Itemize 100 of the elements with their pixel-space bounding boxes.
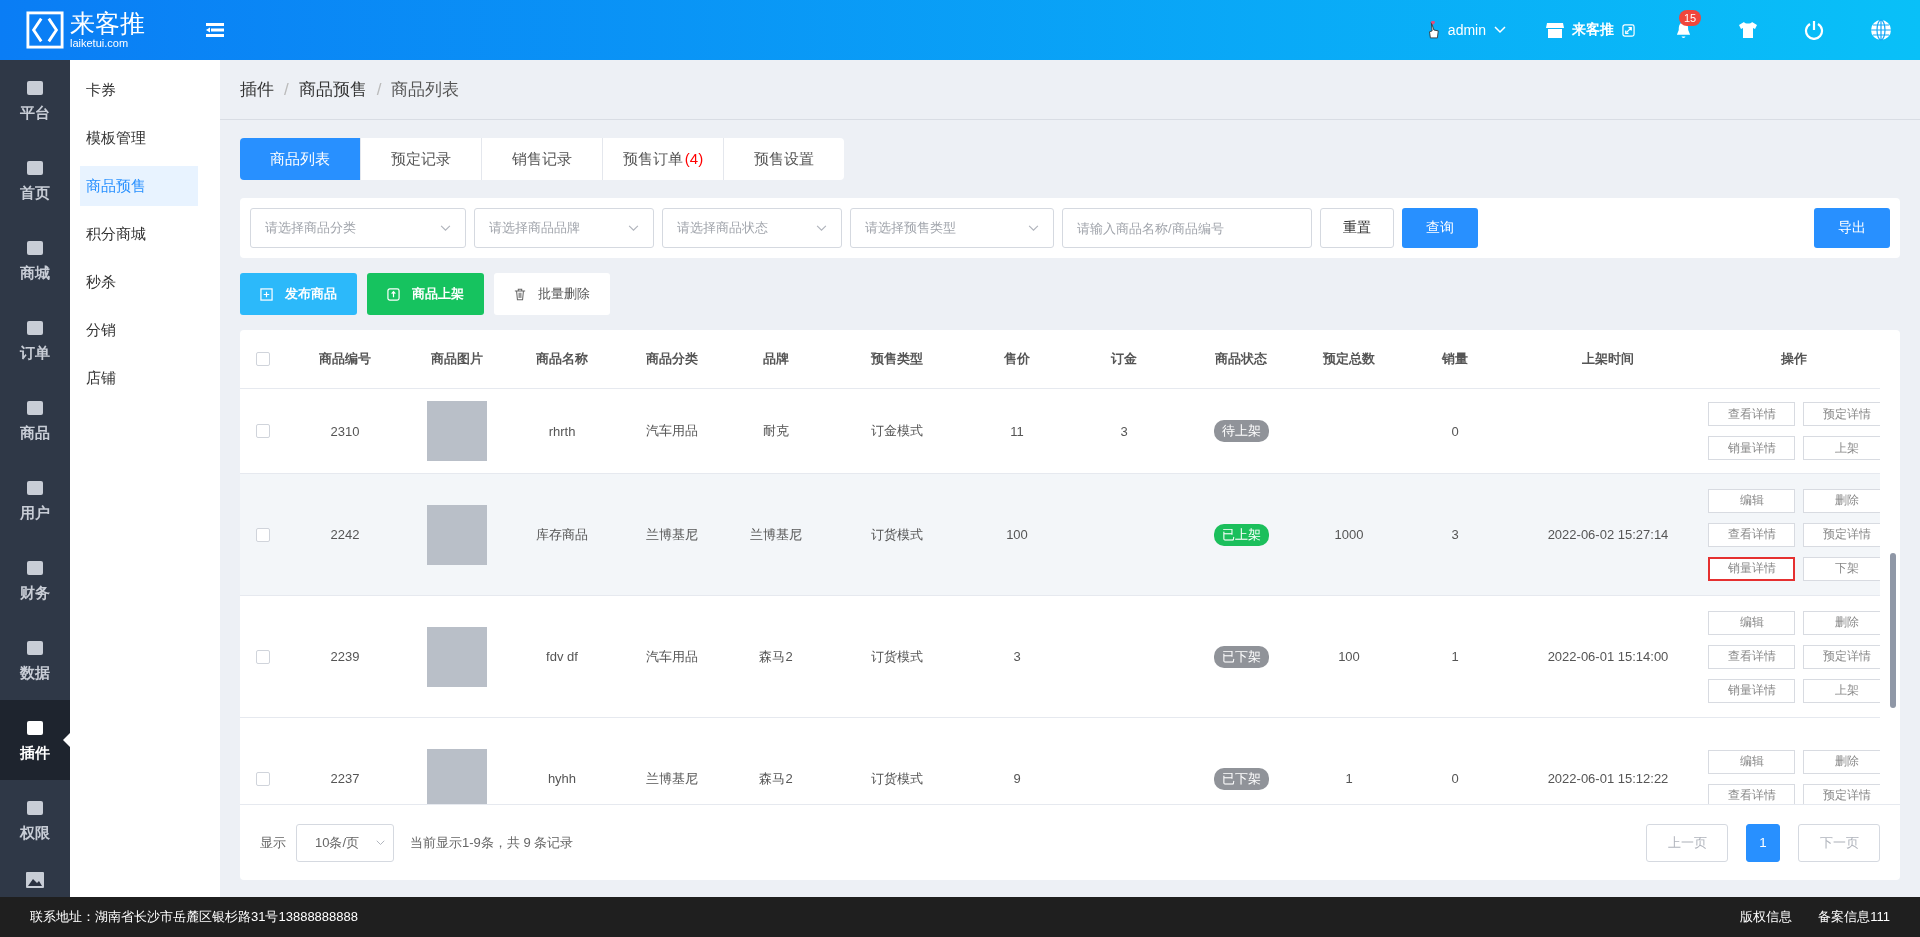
submenu-item[interactable]: 秒杀 [80, 262, 198, 302]
column-header: 销量 [1440, 350, 1469, 368]
shirt-icon[interactable] [1738, 21, 1758, 39]
sidebar-item[interactable]: 权限 [0, 780, 70, 860]
globe-icon[interactable] [1870, 19, 1892, 41]
footer-link[interactable]: 版权信息 [1740, 908, 1793, 926]
row-action-button[interactable]: 查看详情 [1708, 402, 1795, 426]
action-button[interactable]: 发布商品 [240, 273, 357, 315]
row-action-button[interactable]: 删除 [1803, 488, 1880, 513]
user-menu[interactable]: admin [1425, 20, 1506, 40]
page-size-select[interactable]: 10条/页 [296, 823, 394, 862]
row-action-button[interactable]: 编辑 [1708, 488, 1795, 513]
submenu-item[interactable]: 分销 [80, 310, 198, 350]
sidebar-item[interactable]: 首页 [0, 140, 70, 220]
sidebar-item[interactable]: 财务 [0, 540, 70, 620]
table-cell: hyhh [547, 771, 577, 786]
tab[interactable]: 预售订单(4) [602, 138, 723, 180]
table-cell: 11 [1010, 423, 1024, 439]
checkbox[interactable] [256, 527, 270, 542]
checkbox[interactable] [256, 649, 270, 664]
table-cell: 100 [1006, 527, 1028, 542]
select-field[interactable]: 请选择商品品牌 [474, 208, 654, 248]
row-action-button[interactable]: 上架 [1803, 678, 1880, 703]
row-action-button[interactable]: 销量详情 [1708, 678, 1795, 703]
select-field[interactable]: 请选择商品分类 [250, 208, 466, 248]
sidebar-item[interactable]: 商品 [0, 380, 70, 460]
select-field[interactable]: 请选择商品状态 [662, 208, 842, 248]
submenu-item[interactable]: 模板管理 [80, 118, 198, 158]
submenu-item[interactable]: 积分商城 [80, 214, 198, 254]
row-action-button[interactable]: 删除 [1803, 749, 1880, 774]
tab[interactable]: 预定记录 [360, 138, 481, 180]
submenu-item[interactable]: 商品预售 [80, 166, 198, 206]
row-action-button[interactable]: 查看详情 [1708, 644, 1795, 669]
row-action-button[interactable]: 编辑 [1708, 749, 1795, 774]
row-action-button[interactable]: 查看详情 [1708, 522, 1795, 547]
footer-link[interactable]: 备案信息111 [1818, 908, 1890, 926]
select-field[interactable]: 请选择预售类型 [850, 208, 1054, 248]
power-icon[interactable] [1804, 20, 1824, 40]
chevron-down-icon [376, 839, 385, 846]
column-header: 品牌 [762, 350, 790, 368]
action-button[interactable]: 批量删除 [494, 273, 610, 315]
table-cell: 汽车用品 [646, 647, 698, 666]
store-link[interactable]: 来客推 [1546, 21, 1635, 39]
checkbox[interactable] [256, 771, 270, 786]
row-action-button[interactable]: 销量详情 [1708, 556, 1795, 581]
table-cell: 2242 [330, 527, 360, 542]
chevron-down-icon [816, 224, 827, 232]
chevron-down-icon [628, 224, 639, 232]
row-action-button[interactable]: 预定详情 [1803, 402, 1880, 426]
submenu-item[interactable]: 卡券 [80, 70, 198, 110]
page-size-label: 显示 [260, 833, 286, 852]
table-cell: 森马2 [759, 647, 793, 666]
row-action-button[interactable]: 删除 [1803, 610, 1880, 635]
image-icon[interactable] [25, 870, 45, 890]
sidebar-item[interactable]: 插件 [0, 700, 70, 780]
row-action-button[interactable]: 销量详情 [1708, 436, 1795, 460]
notification-badge: 15 [1679, 10, 1702, 26]
search-field[interactable]: 请输入商品名称/商品编号 [1062, 208, 1312, 248]
breadcrumb-separator: / [376, 79, 382, 100]
sidebar-item[interactable]: 订单 [0, 300, 70, 380]
store-icon [1546, 22, 1564, 38]
action-button[interactable]: 商品上架 [367, 273, 484, 315]
row-action-button[interactable]: 预定详情 [1803, 644, 1880, 669]
reset-button[interactable]: 重置 [1320, 208, 1394, 248]
row-action-button[interactable]: 预定详情 [1803, 783, 1880, 804]
row-action-button[interactable]: 预定详情 [1803, 522, 1880, 547]
chevron-down-icon [1494, 26, 1506, 34]
table-cell: 订金模式 [871, 422, 923, 440]
row-action-button[interactable]: 上架 [1803, 436, 1880, 460]
submenu-item[interactable]: 店铺 [80, 358, 198, 398]
photo-placeholder [427, 626, 487, 687]
column-header: 上架时间 [1581, 350, 1635, 368]
row-action-button[interactable]: 查看详情 [1708, 783, 1795, 804]
logo-text: 来客推 [70, 11, 145, 36]
menu-icon[interactable] [206, 23, 224, 37]
sidebar-item[interactable]: 数据 [0, 620, 70, 700]
table-cell: 订货模式 [871, 647, 923, 666]
query-button[interactable]: 查询 [1402, 208, 1478, 248]
sidebar-item[interactable]: 商城 [0, 220, 70, 300]
tab[interactable]: 商品列表 [240, 138, 360, 180]
scrollbar-thumb[interactable] [1890, 553, 1896, 708]
checkbox[interactable] [256, 352, 270, 366]
sidebar-item[interactable]: 用户 [0, 460, 70, 540]
sidebar-item[interactable]: 平台 [0, 60, 70, 140]
column-header: 商品分类 [645, 350, 699, 368]
checkbox[interactable] [256, 424, 270, 438]
row-action-button[interactable]: 编辑 [1708, 610, 1795, 635]
upload-square-icon [387, 287, 400, 301]
tab[interactable]: 销售记录 [481, 138, 602, 180]
table-cell: 100 [1338, 649, 1360, 664]
trash-icon [514, 287, 526, 301]
table-cell: 森马2 [759, 769, 793, 788]
tab[interactable]: 预售设置 [723, 138, 844, 180]
breadcrumb-item[interactable]: 商品预售 [298, 78, 367, 101]
export-button[interactable]: 导出 [1814, 208, 1890, 248]
row-action-button[interactable]: 下架 [1803, 556, 1880, 581]
table-cell: 1 [1345, 771, 1353, 786]
page-number[interactable]: 1 [1746, 823, 1780, 862]
status-tag: 已上架 [1213, 523, 1269, 546]
breadcrumb-item[interactable]: 插件 [240, 78, 274, 101]
